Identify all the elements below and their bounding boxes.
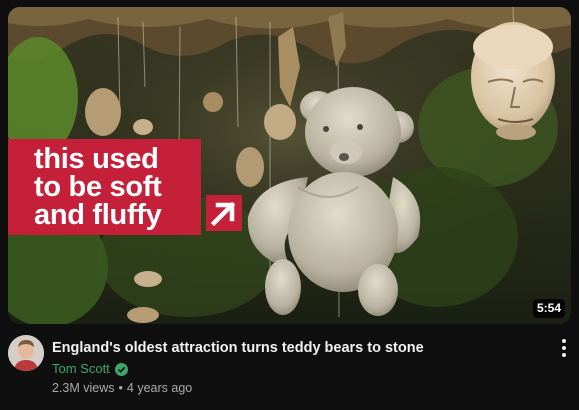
- channel-avatar[interactable]: [8, 335, 44, 371]
- thumbnail-caption: this used to be soft and fluffy: [8, 139, 201, 235]
- caption-line: this used: [34, 143, 159, 175]
- caption-line: to be soft: [34, 171, 162, 203]
- channel-link[interactable]: Tom Scott: [52, 360, 128, 378]
- separator-dot: •: [118, 381, 123, 395]
- verified-check-icon: [114, 362, 128, 376]
- upload-age: 4 years ago: [126, 381, 193, 395]
- video-stats: 2.3M views • 4 years ago: [52, 379, 192, 397]
- view-count: 2.3M views: [52, 381, 115, 395]
- video-details: England's oldest attraction turns teddy …: [8, 335, 571, 405]
- duration-badge: 5:54: [532, 299, 565, 318]
- avatar-image: [8, 335, 44, 371]
- video-title[interactable]: England's oldest attraction turns teddy …: [52, 338, 532, 358]
- arrow-up-right-icon: [206, 195, 242, 231]
- more-vert-icon[interactable]: [556, 337, 572, 359]
- caption-line: and fluffy: [34, 199, 162, 231]
- video-card: this used to be soft and fluffy 5:54 Eng…: [0, 0, 579, 410]
- channel-name: Tom Scott: [52, 361, 110, 376]
- video-thumbnail[interactable]: this used to be soft and fluffy 5:54: [8, 7, 571, 324]
